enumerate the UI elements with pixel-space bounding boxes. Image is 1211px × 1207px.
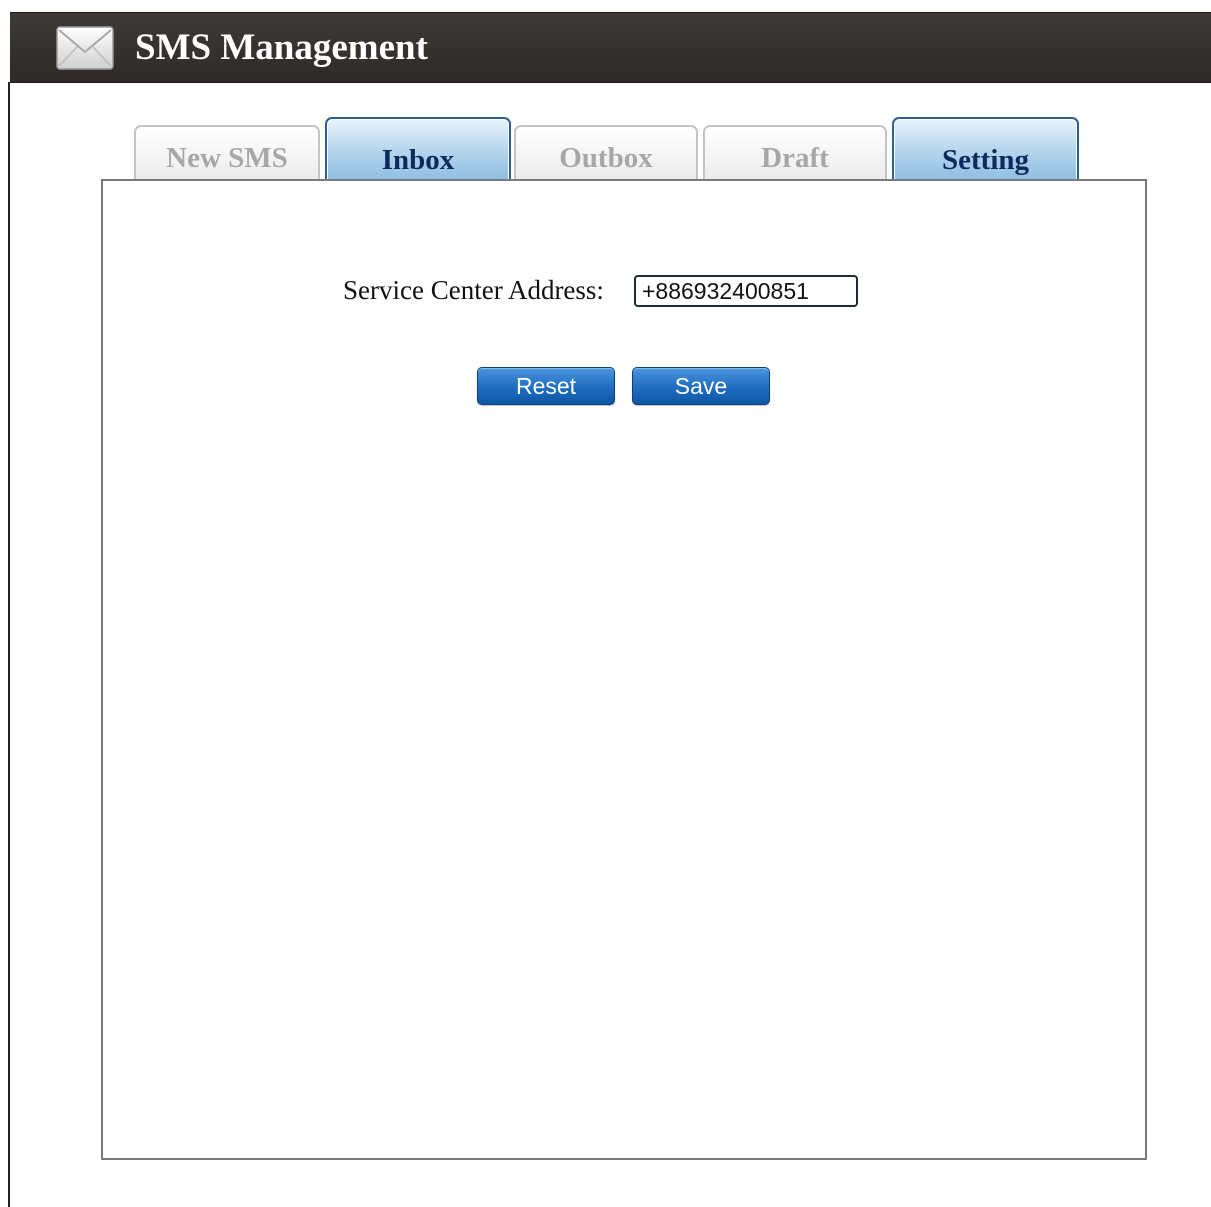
service-center-address-label: Service Center Address: bbox=[343, 275, 604, 305]
tab-outbox[interactable]: Outbox bbox=[514, 125, 698, 180]
save-button[interactable]: Save bbox=[632, 367, 770, 405]
tab-new-sms[interactable]: New SMS bbox=[134, 125, 320, 180]
reset-button[interactable]: Reset bbox=[477, 367, 615, 405]
tab-inbox[interactable]: Inbox bbox=[325, 117, 511, 180]
page-title: SMS Management bbox=[135, 27, 428, 68]
tab-draft[interactable]: Draft bbox=[703, 125, 887, 180]
service-center-address-input[interactable] bbox=[634, 275, 858, 307]
settings-panel bbox=[101, 179, 1147, 1160]
envelope-icon bbox=[56, 26, 114, 70]
sms-management-page: SMS Management New SMS Inbox Outbox Draf… bbox=[0, 0, 1211, 1207]
left-border-line bbox=[8, 82, 10, 1207]
tab-setting[interactable]: Setting bbox=[892, 117, 1079, 180]
page-header: SMS Management bbox=[10, 12, 1211, 83]
